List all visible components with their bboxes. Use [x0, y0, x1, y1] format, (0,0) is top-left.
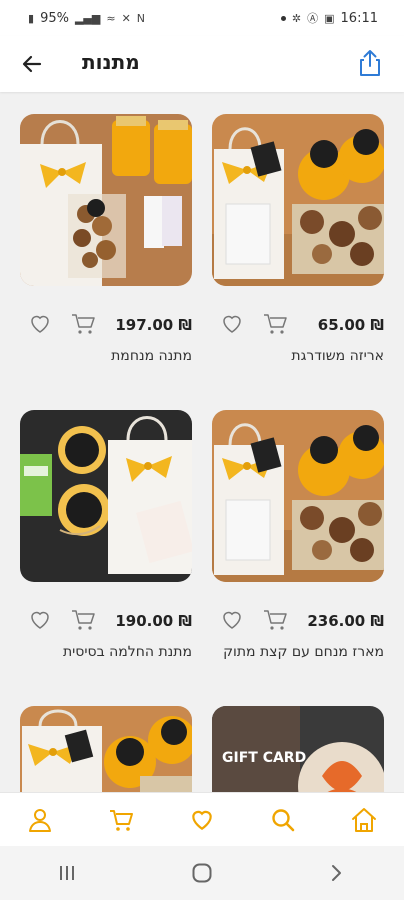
status-left: ▮ 95% ▂▄▆ ≈ ✕ N	[28, 11, 145, 26]
add-to-cart-button[interactable]	[70, 312, 96, 336]
product-actions: 190.00 ₪	[20, 608, 192, 636]
back-system-button[interactable]	[317, 853, 357, 893]
favorite-button[interactable]	[28, 312, 52, 336]
favorite-button[interactable]	[220, 312, 244, 336]
product-card[interactable]: 236.00 ₪ מארז מנחם עם קצת מתוק	[212, 410, 384, 660]
cart-icon	[264, 610, 287, 630]
heart-icon	[31, 611, 49, 629]
nav-profile[interactable]	[20, 800, 60, 840]
favorite-button[interactable]	[220, 608, 244, 632]
product-grid: 65.00 ₪ אריזה משודרגת 197.00 ₪ מתנה מנחמ…	[0, 92, 404, 792]
product-card[interactable]	[20, 706, 192, 792]
system-nav-bar	[0, 846, 404, 900]
chevron-right-icon	[331, 865, 341, 881]
nav-search[interactable]	[263, 800, 303, 840]
heart-icon	[223, 315, 241, 333]
cart-icon	[72, 610, 95, 630]
product-actions: 236.00 ₪	[212, 608, 384, 636]
product-actions: 65.00 ₪	[212, 312, 384, 340]
share-button[interactable]	[356, 48, 384, 78]
wifi-icon: ≈	[106, 11, 116, 25]
arrow-left-icon	[22, 55, 42, 73]
back-button[interactable]	[18, 50, 46, 78]
product-image[interactable]	[20, 706, 192, 792]
product-price: 197.00 ₪	[115, 316, 192, 334]
gallery-icon: ▣	[324, 11, 335, 25]
recent-apps-icon	[60, 866, 75, 880]
cart-icon	[264, 314, 287, 334]
search-icon	[272, 808, 295, 831]
nav-favorites[interactable]	[182, 800, 222, 840]
favorite-button[interactable]	[28, 608, 52, 632]
battery-icon: ▮	[28, 11, 35, 25]
home-circle-icon	[192, 863, 212, 883]
user-icon	[29, 808, 51, 832]
product-card[interactable]: GIFT CARD	[212, 706, 384, 792]
signal-icon: ▂▄▆	[74, 11, 101, 25]
product-image[interactable]	[212, 410, 384, 582]
home-system-button[interactable]	[182, 853, 222, 893]
app-header: מתנות	[0, 36, 404, 92]
cart-icon	[110, 809, 133, 831]
product-card[interactable]: 190.00 ₪ מתנת החלמה בסיסית	[20, 410, 192, 660]
nav-home[interactable]	[344, 800, 384, 840]
product-image[interactable]	[212, 114, 384, 286]
gift-basket-image	[212, 114, 384, 286]
bottom-nav	[0, 792, 404, 846]
product-card[interactable]: 65.00 ₪ אריזה משודרגת	[212, 114, 384, 364]
product-name[interactable]: מארז מנחם עם קצת מתוק	[212, 644, 384, 660]
gift-card-image	[212, 706, 384, 792]
notification-dot-icon	[280, 15, 286, 21]
product-actions: 197.00 ₪	[20, 312, 192, 340]
mute-icon: ✕	[121, 11, 131, 25]
product-price: 190.00 ₪	[115, 612, 192, 630]
gift-bag-image	[20, 114, 192, 286]
gift-basket-image	[212, 410, 384, 582]
cart-icon	[72, 314, 95, 334]
status-right: ✲ Ⓐ ▣ 16:11	[280, 10, 378, 26]
recent-apps-button[interactable]	[47, 853, 87, 893]
recovery-gift-image	[20, 410, 192, 582]
gift-basket-image	[20, 706, 192, 792]
product-image[interactable]: GIFT CARD	[212, 706, 384, 792]
add-to-cart-button[interactable]	[262, 608, 288, 632]
clock: 16:11	[340, 10, 378, 26]
product-name[interactable]: מתנה מנחמת	[20, 348, 192, 364]
battery-level: 95%	[40, 10, 69, 26]
heart-icon	[192, 810, 212, 830]
product-card[interactable]: 197.00 ₪ מתנה מנחמת	[20, 114, 192, 364]
add-to-cart-button[interactable]	[70, 608, 96, 632]
product-price: 236.00 ₪	[307, 612, 384, 630]
add-to-cart-button[interactable]	[262, 312, 288, 336]
product-name[interactable]: מתנת החלמה בסיסית	[20, 644, 192, 660]
product-price: 65.00 ₪	[317, 316, 384, 334]
product-image[interactable]	[20, 114, 192, 286]
product-name[interactable]: אריזה משודרגת	[212, 348, 384, 364]
gift-card-label: GIFT CARD	[222, 750, 307, 766]
page-title: מתנות	[82, 50, 140, 74]
nfc-icon: N	[136, 11, 146, 25]
settings-gear-icon: ✲	[291, 11, 302, 25]
app-a-icon: Ⓐ	[307, 12, 319, 25]
product-image[interactable]	[20, 410, 192, 582]
nav-cart[interactable]	[101, 800, 141, 840]
share-icon	[360, 50, 380, 76]
heart-icon	[31, 315, 49, 333]
home-icon	[352, 807, 376, 832]
heart-icon	[223, 611, 241, 629]
status-bar: ▮ 95% ▂▄▆ ≈ ✕ N ✲ Ⓐ ▣ 16:11	[0, 0, 404, 36]
